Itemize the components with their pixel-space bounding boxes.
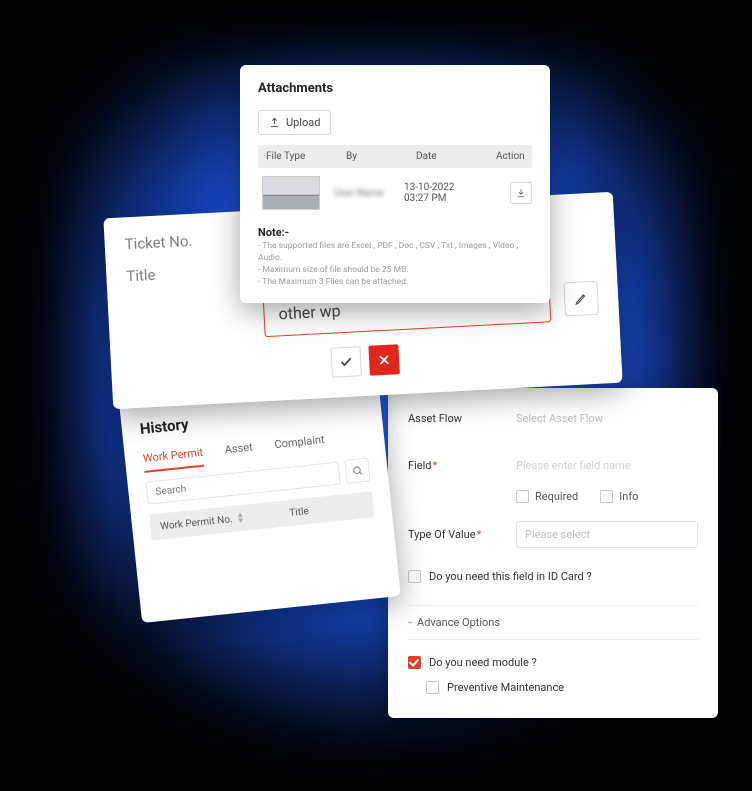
close-icon <box>378 354 391 367</box>
col-title[interactable]: Title <box>289 505 309 518</box>
col-date: Date <box>408 145 488 168</box>
upload-icon <box>269 117 280 128</box>
asset-flow-label: Asset Flow <box>408 412 498 425</box>
attachment-row: User Name 13-10-2022 03:27 PM <box>258 168 532 218</box>
chevron-down-icon: › <box>404 621 415 624</box>
attachment-by: User Name <box>334 188 404 199</box>
col-wp-no[interactable]: Work Permit No. <box>160 514 233 533</box>
note-item: Maximum size of file should be 25 MB. <box>258 265 532 277</box>
advance-options-toggle[interactable]: › Advance Options <box>408 605 698 640</box>
type-select[interactable]: Please select <box>516 521 698 548</box>
module-question: Do you need module ? <box>429 656 537 669</box>
field-label: Field* <box>408 459 498 472</box>
tab-work-permit[interactable]: Work Permit <box>142 446 204 473</box>
tab-complaint[interactable]: Complaint <box>274 433 326 457</box>
title-label: Title <box>126 261 247 285</box>
pencil-icon <box>574 291 589 306</box>
attachments-table-head: File Type By Date Action <box>258 145 532 168</box>
type-label: Type Of Value* <box>408 528 498 541</box>
cancel-button[interactable] <box>368 344 400 376</box>
confirm-button[interactable] <box>330 346 362 378</box>
search-icon <box>351 465 363 477</box>
download-button[interactable] <box>510 182 532 204</box>
info-checkbox[interactable]: Info <box>600 490 638 503</box>
check-icon <box>339 355 354 370</box>
history-card: History Work Permit Asset Complaint Work… <box>119 377 401 623</box>
attachment-thumbnail[interactable] <box>262 176 320 210</box>
note-item: The Maximum 3 Files can be attached. <box>258 277 532 289</box>
col-action: Action <box>488 145 533 168</box>
form-card: Asset Flow Select Asset Flow Field* Plea… <box>388 388 718 718</box>
attachments-card: Attachments Upload File Type By Date Act… <box>240 65 550 303</box>
edit-button[interactable] <box>563 280 599 316</box>
tab-asset[interactable]: Asset <box>224 441 254 463</box>
id-card-checkbox[interactable] <box>408 570 421 583</box>
search-button[interactable] <box>344 457 370 483</box>
note-heading: Note:- <box>258 226 532 239</box>
upload-button[interactable]: Upload <box>258 110 331 135</box>
download-icon <box>516 188 526 198</box>
attachment-date: 13-10-2022 03:27 PM <box>404 182 484 204</box>
id-card-question: Do you need this field in ID Card ? <box>429 570 592 583</box>
field-input[interactable]: Please enter field name <box>516 453 698 478</box>
module-checkbox[interactable] <box>408 656 421 669</box>
asset-flow-select[interactable]: Select Asset Flow <box>516 406 698 431</box>
note-item: The supported files are Excel , PDF , Do… <box>258 241 532 265</box>
note-list: The supported files are Excel , PDF , Do… <box>258 241 532 289</box>
required-checkbox[interactable]: Required <box>516 490 578 503</box>
col-file-type: File Type <box>258 145 338 168</box>
pm-label: Preventive Maintenance <box>447 681 564 694</box>
col-by: By <box>338 145 408 168</box>
ticket-no-label: Ticket No. <box>124 229 245 253</box>
pm-checkbox[interactable] <box>426 681 439 694</box>
attachments-title: Attachments <box>258 81 532 96</box>
sort-icon[interactable]: ▲▼ <box>236 512 245 525</box>
